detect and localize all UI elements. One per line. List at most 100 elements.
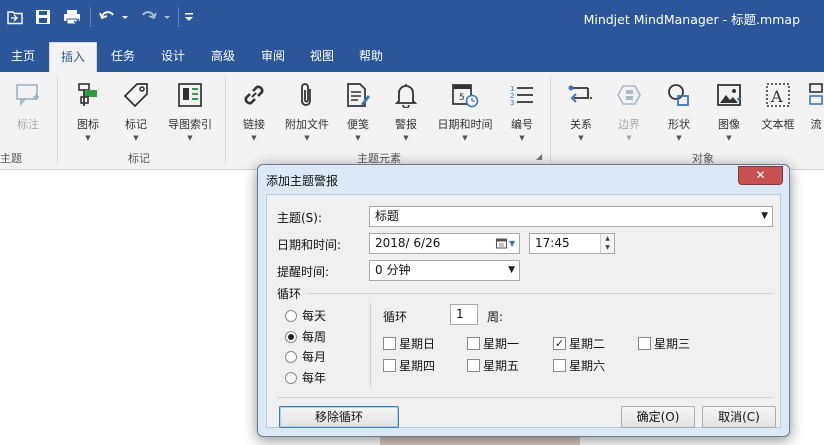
calendar-icon: 5 [433,78,497,112]
dropdown-arrow-icon: ▼ [578,134,584,142]
callout-icon [8,78,48,112]
radio-circle [285,330,297,343]
checkbox-sunday[interactable]: 星期日 [383,335,435,352]
recurrence-group-border [307,293,773,294]
shape-button[interactable]: 形状 ▼ [659,78,699,152]
checkbox-saturday[interactable]: 星期六 [553,357,605,374]
recurrence-label: 循环 [277,287,302,301]
radio-weekly[interactable]: 每周 [285,328,326,345]
dropdown-arrow-icon: ▼ [626,134,632,142]
check-icon: ✓ [553,337,566,350]
dialog-title: 添加主题警报 [266,174,339,188]
dropdown-arrow-icon: ▼ [519,134,525,142]
dropdown-arrow-icon: ▼ [187,134,193,142]
datetime-button[interactable]: 5 日期和时间 ▼ [433,78,497,152]
reminder-label: 提醒时间: [277,265,330,279]
group-separator [57,76,58,164]
dropdown-arrow-icon: ▼ [462,134,468,142]
map-index-icon [163,78,217,112]
group-label-topic: 主题 [0,152,22,165]
tab-help[interactable]: 帮助 [350,42,392,72]
group-separator [225,76,226,164]
recurrence-divider [370,303,371,386]
attach-file-button[interactable]: 附加文件 ▼ [281,78,333,152]
image-button[interactable]: 图像 ▼ [709,78,749,152]
dropdown-arrow-icon: ▼ [304,134,310,142]
tab-insert[interactable]: 插入 [49,42,97,72]
dropdown-arrow-icon: ▼ [403,134,409,142]
icons-button[interactable]: 图标 ▼ [68,78,108,152]
tab-task[interactable]: 任务 [102,42,144,72]
icons-icon [68,78,108,112]
checkbox-box [383,359,396,372]
alert-button[interactable]: 警报 ▼ [386,78,426,152]
redo-icon[interactable] [138,6,172,28]
calendar-dropdown-icon[interactable]: ▼ [496,236,516,251]
time-spinner[interactable]: ▲ ▼ [600,234,614,253]
numbering-button[interactable]: 123 编号 ▼ [502,78,542,152]
chevron-down-icon: ▼ [508,265,515,275]
save-icon[interactable] [32,6,54,28]
boundary-button[interactable]: 边界 ▼ [609,78,649,152]
tags-button[interactable]: 标记 ▼ [116,78,156,152]
tab-home[interactable]: 主页 [0,42,46,72]
link-button[interactable]: 链接 ▼ [234,78,274,152]
map-index-button[interactable]: 导图索引 ▼ [163,78,217,152]
checkbox-tuesday[interactable]: ✓ 星期二 [553,335,605,352]
dropdown-arrow-icon: ▼ [676,134,682,142]
flow-icon [808,78,824,112]
dialog-launcher-icon[interactable]: ◢ [536,152,542,161]
checkbox-box [553,359,566,372]
checkbox-box [638,337,651,350]
tab-view[interactable]: 视图 [301,42,343,72]
tab-advanced[interactable]: 高级 [202,42,244,72]
print-icon[interactable] [60,6,84,28]
cancel-button[interactable]: 取消(C) [702,406,776,428]
close-icon: ✕ [755,168,766,182]
checkbox-box [467,359,480,372]
undo-icon[interactable] [96,6,130,28]
ok-button[interactable]: 确定(O) [621,406,695,428]
boundary-icon [609,78,649,112]
checkbox-monday[interactable]: 星期一 [467,335,519,352]
tag-icon [116,78,156,112]
image-icon [709,78,749,112]
relationship-button[interactable]: 关系 ▼ [561,78,601,152]
tab-design[interactable]: 设计 [152,42,194,72]
link-icon [234,78,274,112]
svg-text:A: A [770,87,783,106]
add-alert-dialog: 添加主题警报 ✕ 主题(S): 标题 ▼ 日期和时间: 2018/ 6/26 ▼… [257,164,790,437]
svg-text:5: 5 [459,93,465,103]
dropdown-arrow-icon: ▼ [133,134,139,142]
checkbox-thursday[interactable]: 星期四 [383,357,435,374]
repeat-unit-label: 周: [487,310,504,324]
dropdown-arrow-icon: ▼ [251,134,257,142]
date-picker[interactable]: 2018/ 6/26 ▼ [369,233,520,254]
close-button[interactable]: ✕ [738,166,783,185]
title-bar: Mindjet MindManager - 标题.mmap [0,0,824,36]
reminder-select[interactable]: 0 分钟 ▼ [369,260,520,281]
textbox-button[interactable]: A 文本框 [758,78,798,152]
topic-select[interactable]: 标题 ▼ [369,206,773,227]
tab-review[interactable]: 审阅 [252,42,294,72]
remove-recurrence-button[interactable]: 移除循环 [279,406,399,428]
customize-icon[interactable] [182,6,196,28]
notes-button[interactable]: 便笺 ▼ [338,78,378,152]
chevron-down-icon: ▼ [761,211,768,221]
separator [178,7,179,27]
callout-button[interactable]: 标注 [8,78,48,152]
dialog-body: 主题(S): 标题 ▼ 日期和时间: 2018/ 6/26 ▼ 17:45 ▲ ▼… [266,194,781,428]
window-title: Mindjet MindManager - 标题.mmap [583,12,800,27]
checkbox-friday[interactable]: 星期五 [467,357,519,374]
radio-yearly[interactable]: 每年 [285,369,326,386]
time-input[interactable]: 17:45 ▲ ▼ [529,233,615,254]
flow-button[interactable]: 流 [808,78,824,152]
radio-monthly[interactable]: 每月 [285,348,326,365]
group-separator [550,76,551,164]
radio-daily[interactable]: 每天 [285,307,326,324]
repeat-count-input[interactable]: 1 [450,304,478,325]
checkbox-wednesday[interactable]: 星期三 [638,335,690,352]
radio-circle [285,309,297,322]
topic-label: 主题(S): [277,211,323,225]
open-icon[interactable] [4,6,26,28]
